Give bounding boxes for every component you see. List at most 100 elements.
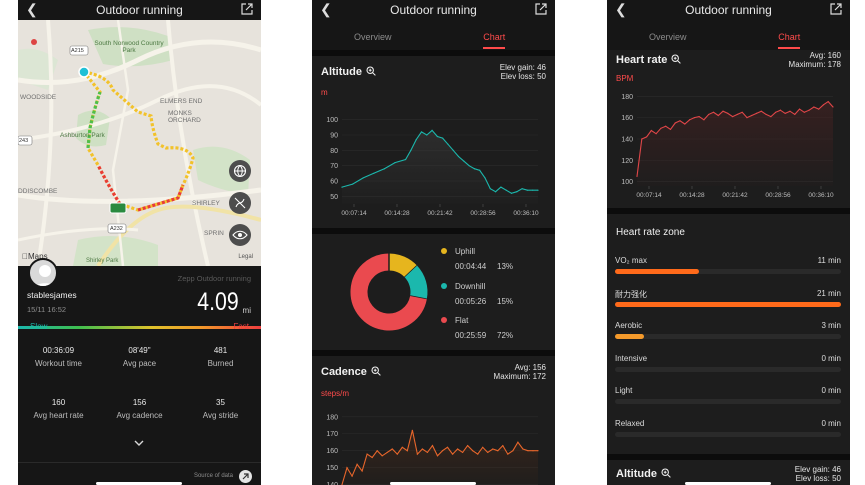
data-point bbox=[492, 448, 494, 450]
data-point bbox=[636, 175, 638, 177]
page-title: Outdoor running bbox=[685, 3, 772, 17]
data-point bbox=[404, 158, 407, 161]
zoom-icon[interactable] bbox=[671, 54, 682, 67]
slope-donut-chart[interactable] bbox=[334, 237, 444, 347]
elev-loss: Elev loss: 50 bbox=[500, 72, 546, 81]
stat-label: Avg heart rate bbox=[33, 411, 84, 420]
data-point bbox=[477, 453, 479, 455]
map-layers-button[interactable] bbox=[229, 160, 251, 182]
data-point bbox=[484, 177, 486, 179]
stat-avg-stride: 35 Avg stride bbox=[180, 398, 261, 420]
tab-overview[interactable]: Overview bbox=[312, 32, 434, 42]
data-point bbox=[712, 111, 715, 113]
data-point bbox=[421, 448, 424, 450]
data-point bbox=[482, 446, 484, 448]
stat-avg-heart-rate: 160 Avg heart rate bbox=[18, 398, 99, 420]
zone-bar-track bbox=[615, 301, 841, 307]
zone-bar-fill bbox=[615, 334, 645, 339]
cadence-stats: Avg: 156 Maximum: 172 bbox=[494, 363, 546, 381]
eye-icon bbox=[232, 230, 248, 240]
altitude-card: Altitude Elev gain: 46 Elev loss: 50 m 50… bbox=[312, 56, 555, 228]
zoom-icon[interactable] bbox=[371, 366, 381, 379]
cadence-title-text: Cadence bbox=[321, 366, 367, 378]
cadence-card: Cadence Avg: 156Maximum: 172 steps/m 140… bbox=[312, 356, 555, 485]
altitude-unit: m bbox=[321, 88, 328, 97]
cadence-chart[interactable]: 140150160170180 bbox=[312, 406, 555, 485]
data-point bbox=[376, 450, 378, 452]
data-point bbox=[502, 445, 504, 447]
data-point bbox=[479, 169, 481, 171]
avatar[interactable] bbox=[28, 258, 58, 288]
series-area bbox=[342, 430, 538, 485]
data-point bbox=[832, 106, 834, 108]
data-source-icon[interactable] bbox=[239, 470, 252, 483]
downhill-dot bbox=[441, 283, 447, 289]
zone-name: 耐力强化 bbox=[615, 289, 647, 299]
data-point bbox=[351, 475, 353, 477]
globe-icon bbox=[233, 164, 247, 178]
data-point bbox=[436, 455, 439, 457]
data-point bbox=[693, 117, 695, 119]
legend-pct: 15% bbox=[497, 297, 514, 306]
data-point bbox=[803, 111, 805, 113]
tab-underline bbox=[778, 47, 800, 49]
data-point bbox=[755, 112, 758, 114]
data-point bbox=[383, 168, 385, 170]
share-icon[interactable] bbox=[241, 2, 253, 20]
data-point bbox=[527, 450, 529, 452]
heart-rate-chart[interactable]: 100 120 140 160 180 00:07:14 00:14:28 00:21:42 0… bbox=[607, 88, 850, 206]
x-tick-label: 00:07:14 bbox=[341, 210, 367, 217]
stat-value: 08'49" bbox=[128, 346, 151, 355]
map-label-shirley: SHIRLEY bbox=[192, 200, 220, 207]
y-tick-label: 80 bbox=[330, 148, 338, 155]
tab-chart[interactable]: Chart bbox=[434, 32, 556, 42]
chevron-down-icon[interactable] bbox=[133, 434, 145, 452]
y-tick-label: 150 bbox=[326, 465, 338, 472]
legend-pct: 72% bbox=[497, 331, 514, 340]
data-point bbox=[665, 125, 667, 127]
zone-title: Heart rate zone bbox=[616, 227, 685, 238]
data-point bbox=[517, 441, 519, 443]
zoom-icon[interactable] bbox=[661, 468, 671, 481]
stat-label: Burned bbox=[207, 359, 234, 368]
y-tick-label: 100 bbox=[326, 117, 338, 124]
zone-bar-track bbox=[615, 431, 841, 437]
data-point bbox=[497, 450, 499, 452]
data-point bbox=[442, 137, 444, 139]
data-point bbox=[532, 189, 534, 191]
data-point bbox=[431, 129, 433, 131]
data-point bbox=[732, 115, 734, 118]
map-label-spring: SPRIN bbox=[204, 230, 224, 237]
data-point bbox=[487, 451, 489, 453]
tab-overview[interactable]: Overview bbox=[607, 32, 729, 42]
zone-row: Light 0 min bbox=[615, 386, 841, 408]
data-point bbox=[510, 192, 513, 194]
map-legal-link[interactable]: Legal bbox=[238, 254, 253, 260]
data-point bbox=[794, 113, 796, 116]
data-point bbox=[741, 111, 743, 113]
data-point bbox=[698, 115, 700, 118]
zone-name: VO₂ max bbox=[615, 256, 647, 265]
x-tick-label: 00:21:42 bbox=[722, 192, 748, 199]
data-point bbox=[420, 131, 423, 133]
road-label-243: 243 bbox=[19, 138, 29, 144]
zone-row: Intensive 0 min bbox=[615, 354, 841, 376]
altitude-chart[interactable]: 50 60 70 80 90 100 00:07:14 00:14:28 00:21:42 00:… bbox=[312, 104, 555, 224]
data-point bbox=[703, 119, 705, 121]
distance-value: 4.09 bbox=[197, 288, 239, 316]
data-point bbox=[641, 138, 643, 140]
tab-chart[interactable]: Chart bbox=[729, 32, 851, 42]
route-map[interactable]: South Norwood Country Park WOODSIDE Ashb… bbox=[18, 20, 261, 266]
map-hide-route-button[interactable] bbox=[229, 192, 251, 214]
data-point bbox=[346, 467, 348, 469]
data-point bbox=[361, 470, 363, 472]
altitude-stats: Elev gain: 46 Elev loss: 50 bbox=[500, 63, 546, 81]
share-icon[interactable] bbox=[830, 2, 842, 20]
zoom-icon[interactable] bbox=[366, 66, 376, 79]
pace-gradient-bar bbox=[18, 326, 261, 329]
legend-name: Flat bbox=[455, 316, 469, 325]
heart-rate-card: Heart rate Avg: 160 Maximum: 178 BPM 100 1… bbox=[607, 50, 850, 208]
stat-value: 35 bbox=[216, 398, 225, 407]
map-view-button[interactable] bbox=[229, 224, 251, 246]
share-icon[interactable] bbox=[535, 2, 547, 20]
